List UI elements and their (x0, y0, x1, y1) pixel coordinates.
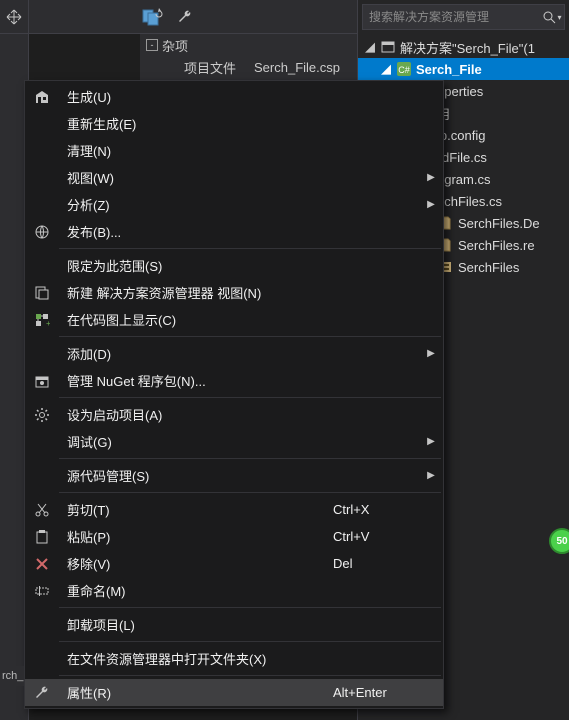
menu-item-label: 卸载项目(L) (59, 615, 333, 634)
menu-item-label: 调试(G) (59, 432, 333, 451)
search-icon (542, 10, 556, 24)
menu-item[interactable]: 清理(N) (25, 137, 443, 164)
menu-item-label: 在代码图上显示(C) (59, 310, 333, 329)
cut-icon (25, 502, 59, 518)
refresh-stack-icon (142, 7, 164, 27)
menu-item[interactable]: 新建 解决方案资源管理器 视图(N) (25, 279, 443, 306)
collapse-box-icon[interactable]: - (146, 39, 158, 51)
toolbar-wrench-button[interactable] (172, 4, 198, 30)
solution-search-button[interactable]: ▾ (542, 7, 562, 27)
menu-item[interactable]: 视图(W) ▶ (25, 164, 443, 191)
menu-item-label: 管理 NuGet 程序包(N)... (59, 371, 333, 390)
solution-root-node[interactable]: ◢ 解决方案"Serch_File"(1 (358, 36, 569, 58)
chevron-down-icon[interactable]: ◢ (364, 39, 376, 55)
menu-separator (59, 248, 441, 249)
menu-item-shortcut: Alt+Enter (333, 685, 423, 700)
menu-separator (59, 607, 441, 608)
toolbar-left-handle[interactable] (0, 0, 29, 34)
remove-icon (25, 556, 59, 572)
toolbar-refresh-button[interactable] (140, 4, 166, 30)
menu-item[interactable]: 添加(D) ▶ (25, 340, 443, 367)
menu-item[interactable]: 重新生成(E) (25, 110, 443, 137)
project-node[interactable]: ◢ C# Serch_File (358, 58, 569, 80)
menu-item-label: 设为启动项目(A) (59, 405, 333, 424)
gear-icon (25, 407, 59, 423)
menu-item-shortcut: Ctrl+V (333, 529, 423, 544)
new-view-icon (25, 285, 59, 301)
code-map-icon: + (25, 312, 59, 328)
menu-item-label: 源代码管理(S) (59, 466, 333, 485)
menu-item[interactable]: 移除(V)Del (25, 550, 443, 577)
notification-badge[interactable]: 50 (549, 528, 569, 554)
menu-item[interactable]: 属性(R)Alt+Enter (25, 679, 443, 706)
chevron-down-icon[interactable]: ◢ (380, 61, 392, 77)
wrench-icon (25, 685, 59, 701)
svg-text:C#: C# (398, 65, 410, 75)
menu-item-label: 添加(D) (59, 344, 333, 363)
menu-item-shortcut: Del (333, 556, 423, 571)
file-header-col2[interactable]: Serch_File.csp (254, 60, 340, 75)
file-group-label: 杂项 (162, 36, 188, 55)
rename-icon (25, 583, 59, 599)
menu-item-label: 新建 解决方案资源管理器 视图(N) (59, 283, 333, 302)
menu-item[interactable]: 设为启动项目(A) (25, 401, 443, 428)
solution-root-label: 解决方案"Serch_File"(1 (400, 38, 535, 57)
project-label: Serch_File (416, 62, 482, 77)
menu-separator (59, 397, 441, 398)
menu-item[interactable]: + 在代码图上显示(C) (25, 306, 443, 333)
menu-item[interactable]: 限定为此范围(S) (25, 252, 443, 279)
menu-separator (59, 336, 441, 337)
menu-item[interactable]: 在文件资源管理器中打开文件夹(X) (25, 645, 443, 672)
menu-item-label: 剪切(T) (59, 500, 333, 519)
solution-search-box[interactable]: ▾ (362, 4, 565, 30)
menu-item-label: 属性(R) (59, 683, 333, 702)
menu-item[interactable]: 源代码管理(S) ▶ (25, 462, 443, 489)
menu-separator (59, 641, 441, 642)
menu-item[interactable]: 调试(G) ▶ (25, 428, 443, 455)
submenu-arrow-icon: ▶ (423, 348, 439, 359)
menu-item[interactable]: 分析(Z) ▶ (25, 191, 443, 218)
menu-item[interactable]: 粘贴(P)Ctrl+V (25, 523, 443, 550)
file-header: - 杂项 项目文件 Serch_File.csp (140, 34, 357, 80)
tab-fragment[interactable]: rch_ (0, 666, 24, 686)
menu-item-label: 重新生成(E) (59, 114, 333, 133)
menu-item-label: 清理(N) (59, 141, 333, 160)
submenu-arrow-icon: ▶ (423, 436, 439, 447)
menu-item-label: 限定为此范围(S) (59, 256, 333, 275)
menu-item[interactable]: 生成(U) (25, 83, 443, 110)
project-context-menu: 生成(U) 重新生成(E) 清理(N) 视图(W) ▶ 分析(Z) ▶ 发布(B)... 限定为… (24, 80, 444, 709)
menu-item-label: 粘贴(P) (59, 527, 333, 546)
wrench-icon (177, 9, 193, 25)
submenu-arrow-icon: ▶ (423, 199, 439, 210)
submenu-arrow-icon: ▶ (423, 470, 439, 481)
notification-badge-count: 50 (556, 536, 567, 547)
nuget-icon (25, 373, 59, 389)
solution-icon (380, 39, 396, 55)
menu-item-label: 视图(W) (59, 168, 333, 187)
solution-search-input[interactable] (369, 10, 542, 24)
menu-item[interactable]: 管理 NuGet 程序包(N)... (25, 367, 443, 394)
menu-item[interactable]: 剪切(T)Ctrl+X (25, 496, 443, 523)
menu-item-label: 生成(U) (59, 87, 333, 106)
csharp-project-icon: C# (396, 61, 412, 77)
submenu-arrow-icon: ▶ (423, 172, 439, 183)
menu-item[interactable]: 发布(B)... (25, 218, 443, 245)
build-icon (25, 89, 59, 105)
menu-item-label: 在文件资源管理器中打开文件夹(X) (59, 649, 333, 668)
menu-item-shortcut: Ctrl+X (333, 502, 423, 517)
menu-item[interactable]: 重命名(M) (25, 577, 443, 604)
file-header-col1[interactable]: 项目文件 (184, 58, 236, 77)
menu-separator (59, 458, 441, 459)
paste-icon (25, 529, 59, 545)
menu-separator (59, 675, 441, 676)
menu-item-label: 重命名(M) (59, 581, 333, 600)
menu-item-label: 移除(V) (59, 554, 333, 573)
menu-separator (59, 492, 441, 493)
menu-item-label: 分析(Z) (59, 195, 333, 214)
svg-text:+: + (46, 319, 50, 328)
publish-icon (25, 224, 59, 240)
menu-item-label: 发布(B)... (59, 222, 333, 241)
menu-item[interactable]: 卸载项目(L) (25, 611, 443, 638)
nav-arrows-icon (6, 9, 22, 25)
